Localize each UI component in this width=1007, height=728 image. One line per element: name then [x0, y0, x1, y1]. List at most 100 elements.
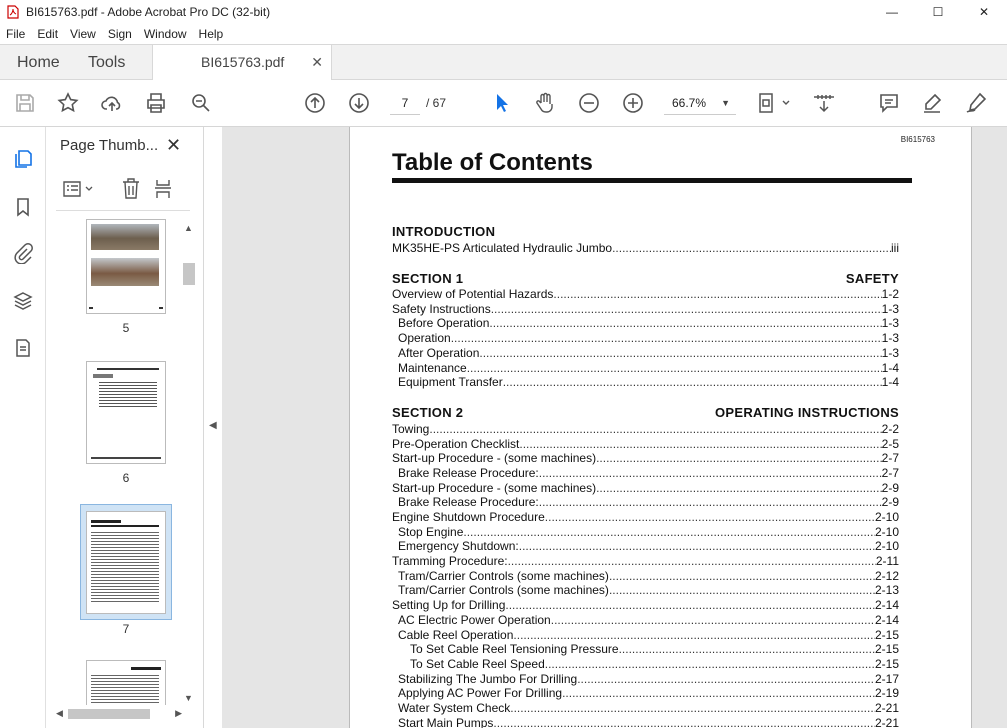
- comment-icon[interactable]: [876, 90, 902, 116]
- toc-entry-title: Tram/Carrier Controls (some machines): [398, 568, 609, 583]
- thumbnail-photo: [91, 258, 159, 286]
- panel-collapse-handle[interactable]: ◀: [204, 127, 222, 728]
- section-2-heading: SECTION 2 OPERATING INSTRUCTIONS: [392, 405, 899, 420]
- upload-cloud-icon[interactable]: [99, 90, 125, 116]
- close-tab-icon[interactable]: ✕: [311, 45, 323, 80]
- close-window-icon[interactable]: ✕: [961, 0, 1007, 24]
- thumbnail-page-5[interactable]: [86, 219, 166, 314]
- zoom-out-icon[interactable]: [576, 90, 602, 116]
- minimize-icon[interactable]: —: [869, 0, 915, 24]
- toc-entry-leader: [451, 331, 882, 346]
- zoom-level-select[interactable]: 66.7% ▼: [664, 91, 736, 115]
- chevron-down-icon: ▼: [721, 98, 730, 108]
- sign-pen-icon[interactable]: [963, 90, 989, 116]
- menu-edit[interactable]: Edit: [31, 24, 64, 44]
- toc-entry-title: Tramming Procedure:: [392, 554, 508, 569]
- tab-tools[interactable]: Tools: [88, 45, 125, 80]
- toc-entry-leader: [562, 686, 875, 701]
- hand-tool-icon[interactable]: [532, 90, 558, 116]
- thumbnail-horizontal-scrollbar[interactable]: ◀ ▶: [54, 707, 182, 721]
- panel-title: Page Thumb...: [60, 137, 159, 154]
- page-total: / 67: [426, 96, 447, 110]
- toc-entry-page: 2-14: [874, 598, 899, 613]
- toc-entry-leader: [609, 569, 875, 584]
- toc-entry-page: 2-21: [874, 700, 899, 715]
- window-controls: — ☐ ✕: [869, 0, 1007, 24]
- thumbnail-page-6[interactable]: [86, 361, 166, 464]
- toc-entry: Overview of Potential Hazards 1-2: [392, 287, 899, 302]
- toc-entry-title: To Set Cable Reel Speed: [410, 656, 545, 671]
- highlight-pen-icon[interactable]: [919, 90, 945, 116]
- horizontal-scroll-thumb[interactable]: [68, 709, 150, 719]
- toc-entry-page: 1-4: [881, 360, 899, 375]
- toc-entry: Tram/Carrier Controls (some machines) 2-1…: [392, 569, 899, 584]
- scroll-left-icon[interactable]: ◀: [56, 708, 63, 719]
- toc-entry-leader: [493, 716, 875, 728]
- page-down-icon[interactable]: [346, 90, 372, 116]
- attachment-icon[interactable]: [11, 241, 35, 265]
- toc-entry-leader: [505, 598, 875, 613]
- toc-entry: Stop Engine 2-10: [392, 525, 899, 540]
- document-view[interactable]: BI615763 Table of Contents INTRODUCTION …: [222, 127, 1007, 728]
- page-up-icon[interactable]: [302, 90, 328, 116]
- toc-entry-leader: [519, 539, 875, 554]
- toc-entry-leader: [508, 554, 876, 569]
- document-scrollbar[interactable]: [993, 127, 1007, 728]
- star-icon[interactable]: [55, 90, 81, 116]
- print-icon[interactable]: [143, 90, 169, 116]
- toc-entry: Applying AC Power For Drilling 2-19: [392, 686, 899, 701]
- menu-sign[interactable]: Sign: [102, 24, 138, 44]
- page-thumbnails-icon[interactable]: [11, 147, 35, 171]
- toc-entry-page: 2-13: [874, 583, 899, 598]
- toc-entry-title: Safety Instructions: [392, 301, 491, 316]
- document-properties-icon[interactable]: [11, 336, 35, 360]
- scroll-up-icon[interactable]: ▲: [184, 223, 193, 233]
- section-1-title: SAFETY: [845, 271, 899, 286]
- fit-page-icon[interactable]: [756, 90, 792, 116]
- toc-entry-page: 1-3: [881, 345, 899, 360]
- toc-entry-page: 1-3: [881, 331, 899, 346]
- collapse-arrow-icon[interactable]: ◀: [209, 420, 217, 431]
- save-icon[interactable]: [12, 90, 38, 116]
- close-panel-icon[interactable]: ✕: [166, 135, 181, 156]
- select-cursor-icon[interactable]: [489, 90, 515, 116]
- toc-entry-title: Brake Release Procedure:: [398, 466, 539, 481]
- section-2-number: SECTION 2: [392, 405, 464, 420]
- bookmark-icon[interactable]: [11, 195, 35, 219]
- toc-entry-leader: [619, 642, 875, 657]
- scroll-thumb[interactable]: [183, 263, 195, 285]
- toc-entry-title: Start-up Procedure - (some machines): [392, 451, 597, 466]
- thumbnail-toolbar: [56, 169, 190, 211]
- scroll-down-icon[interactable]: ▼: [184, 693, 193, 703]
- toc-entry: Pre-Operation Checklist 2-5: [392, 437, 899, 452]
- thumbnail-options-icon[interactable]: [62, 179, 96, 199]
- page-number-input[interactable]: 7: [390, 91, 420, 115]
- toc-entry: To Set Cable Reel Speed 2-15: [392, 657, 899, 672]
- layers-icon[interactable]: [11, 289, 35, 313]
- toc-entry: AC Electric Power Operation 2-14: [392, 613, 899, 628]
- menu-help[interactable]: Help: [193, 24, 230, 44]
- intro-heading: INTRODUCTION: [392, 224, 899, 239]
- zoom-search-icon[interactable]: [188, 90, 214, 116]
- extract-page-icon[interactable]: [152, 177, 174, 201]
- tab-home[interactable]: Home: [17, 45, 60, 80]
- thumbnail-page-7[interactable]: [86, 511, 166, 614]
- toc-entry-page: 1-3: [881, 316, 899, 331]
- toc-entry-title: AC Electric Power Operation: [398, 612, 551, 627]
- toc-entry: Safety Instructions 1-3: [392, 302, 899, 317]
- toc-entry-leader: [596, 481, 882, 496]
- delete-page-icon[interactable]: [120, 177, 142, 201]
- toc-entry: Start-up Procedure - (some machines) 2-7: [392, 451, 899, 466]
- tab-document[interactable]: BI615763.pdf ✕: [152, 45, 332, 81]
- scroll-mode-icon[interactable]: [811, 90, 837, 116]
- menu-view[interactable]: View: [64, 24, 102, 44]
- maximize-icon[interactable]: ☐: [915, 0, 961, 24]
- zoom-in-icon[interactable]: [620, 90, 646, 116]
- scroll-right-icon[interactable]: ▶: [175, 708, 182, 719]
- thumbnail-scrollbar[interactable]: ▲ ▼: [182, 219, 196, 707]
- toolbar: 7 / 67 66.7% ▼: [0, 80, 1007, 127]
- thumbnail-page-8[interactable]: [86, 660, 166, 705]
- window-title: BI615763.pdf - Adobe Acrobat Pro DC (32-…: [26, 5, 271, 19]
- menu-file[interactable]: File: [0, 24, 31, 44]
- menu-window[interactable]: Window: [138, 24, 193, 44]
